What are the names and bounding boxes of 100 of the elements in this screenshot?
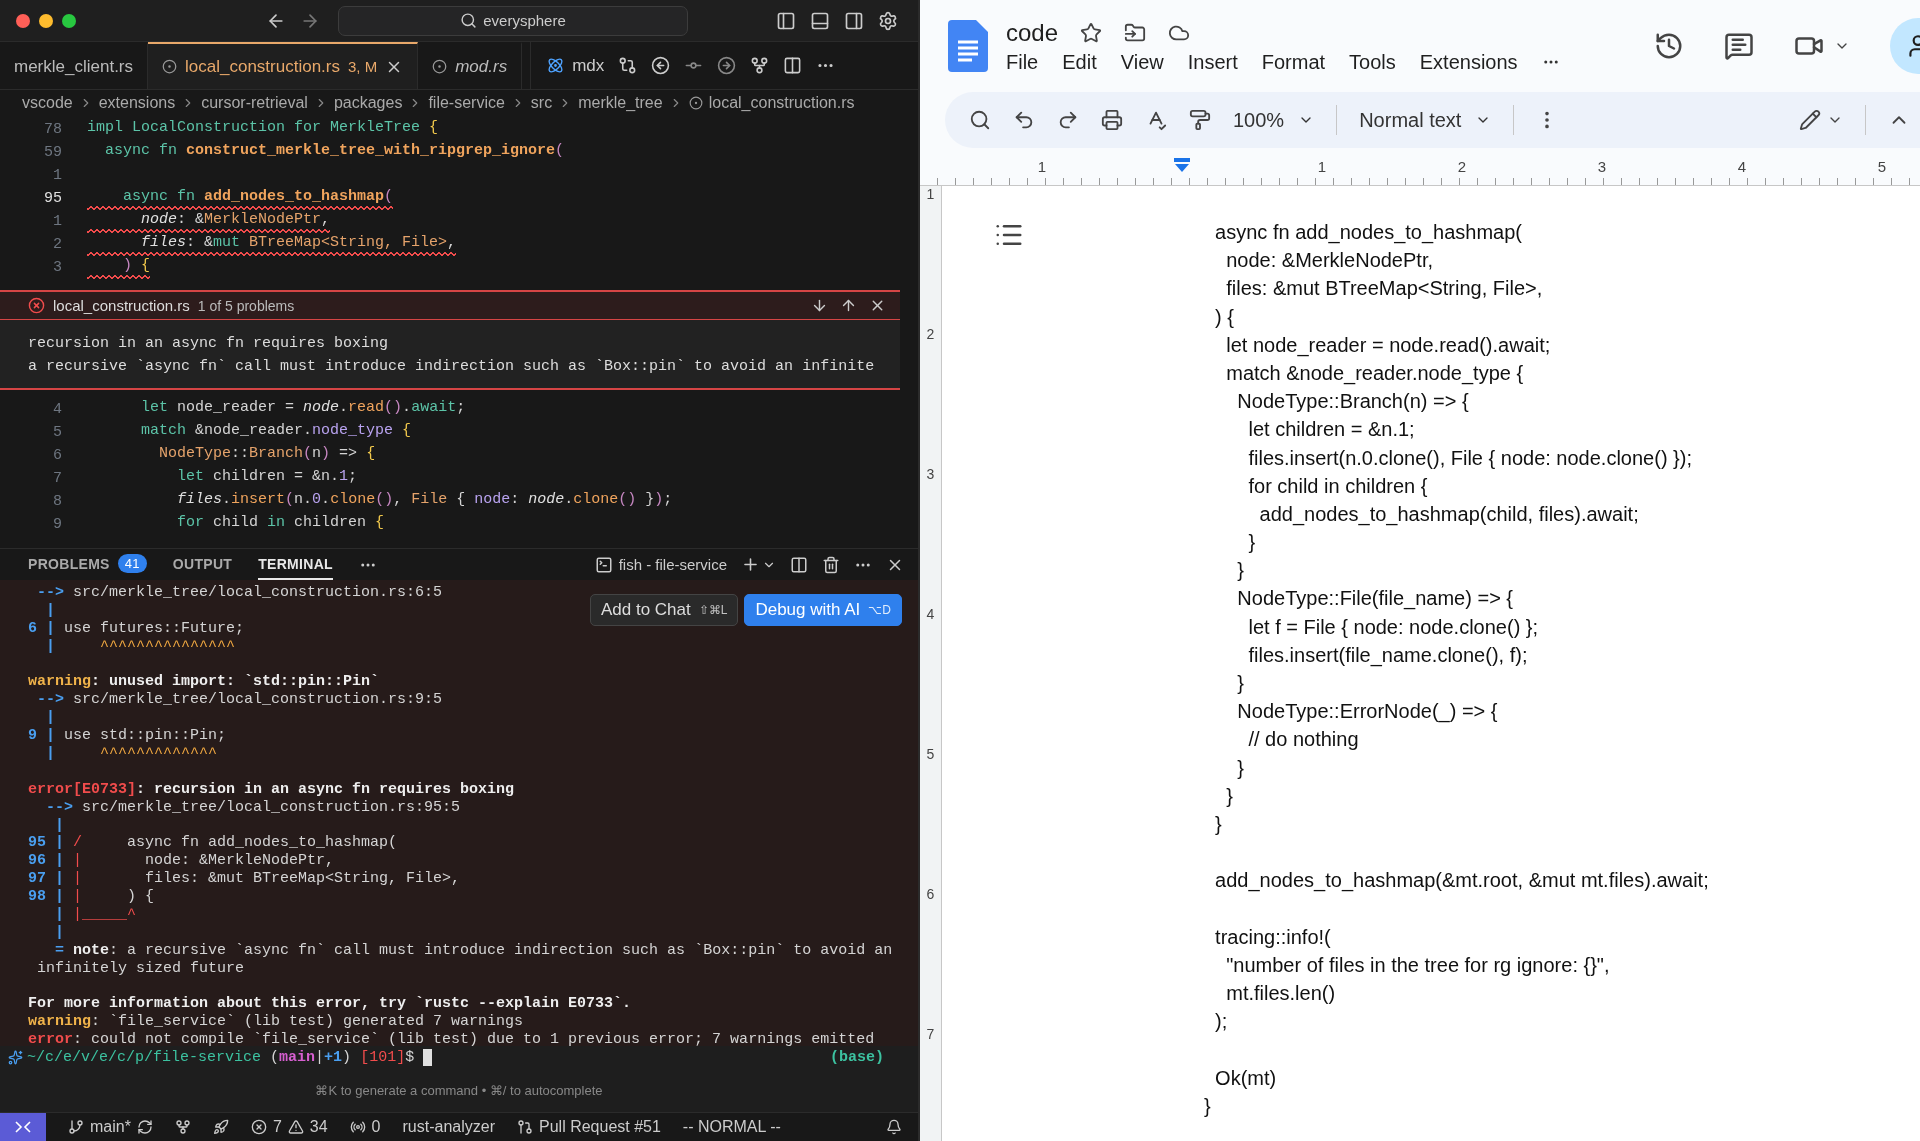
panel-bottom-icon[interactable] [810,10,830,31]
close-window-button[interactable] [16,13,30,28]
line-number: 1 [52,167,62,184]
pull-request-icon [517,1119,533,1135]
breadcrumb[interactable]: local_construction.rs [708,94,855,112]
ruler-label: 7 [926,1026,935,1044]
menu-item[interactable]: View [1120,50,1164,74]
terminal-line: 96 | | node: &MerkleNodePtr, [28,852,335,871]
menu-item[interactable]: File [1006,50,1039,74]
panel-right-icon[interactable] [844,10,864,31]
editor-tab[interactable]: mdx [547,55,605,76]
language-server-status[interactable]: rust-analyzer [402,1118,495,1136]
trash-icon[interactable] [822,555,840,574]
editor-tab[interactable]: local_construction.rs 3, M [148,42,419,89]
line-number: 7 [52,470,62,487]
terminal-title[interactable]: fish - file-service [618,556,727,573]
document-line: mt.files.len() [1225,981,1337,1007]
terminal-line: 95 | / async fn add_nodes_to_hashmap( [28,834,398,853]
menu-item[interactable]: Format [1261,50,1326,74]
code-line: async fn add_nodes_to_hashmap( [87,187,394,210]
menu-item[interactable]: Extensions [1419,50,1518,74]
star-icon[interactable] [1080,21,1103,44]
terminal-line: 9 | use std::pin::Pin; [28,727,227,745]
code-line: let children = &n.1; [176,467,358,487]
terminal-line: | [54,816,64,835]
previous-problem-icon[interactable] [840,297,857,314]
redo-icon[interactable] [1057,109,1079,131]
branch-status[interactable]: main* [68,1118,153,1136]
minimize-window-button[interactable] [39,13,53,28]
document-line: let f = File { node: node.clone() }; [1247,614,1540,640]
zoom-window-button[interactable] [62,13,76,28]
breadcrumb[interactable]: src [530,94,553,112]
fork-icon[interactable] [750,56,770,75]
terminal-cursor [423,1048,433,1066]
undo-icon[interactable] [1013,109,1035,131]
style-dropdown[interactable]: Normal text [1359,108,1492,132]
previous-change-icon[interactable] [651,56,671,75]
document-line: } [1236,558,1246,584]
breadcrumb[interactable]: file-service [428,94,505,112]
breadcrumb[interactable]: cursor-retrieval [201,94,308,112]
paint-roller-icon[interactable] [1189,109,1211,131]
ruler-label: 6 [926,886,935,904]
search-icon[interactable] [969,109,991,131]
code-line: impl LocalConstruction for MerkleTree { [87,118,439,138]
menu-item[interactable]: Insert [1187,50,1238,74]
settings-icon[interactable] [878,10,898,31]
document-logo-icon[interactable] [948,20,988,72]
problem-message: a recursive `async fn` call must introduce indirection such as `Box::pin` to avoid an infinite [28,357,876,377]
add-icon[interactable] [741,555,760,574]
notifications-icon[interactable] [886,1119,902,1135]
ruler-label: 4 [1737,158,1747,175]
split-icon[interactable] [790,555,808,574]
document-line: NodeType::Branch(n) => { [1236,389,1470,415]
terminal-line: --> src/merkle_tree/local_construction.rs:9:5 [36,691,443,710]
document-line: NodeType::ErrorNode(_) => { [1236,699,1499,725]
document-line: Ok(mt) [1214,1065,1278,1091]
move-folder-icon[interactable] [1124,21,1147,44]
code-line: NodeType::Branch(n) => { [158,444,376,464]
error-icon [28,297,45,314]
breadcrumb[interactable]: merkle_tree [578,94,663,112]
remote-button[interactable] [0,1113,46,1141]
conda-env: (base) [830,1048,884,1066]
document-line: } [1236,755,1246,781]
breadcrumb[interactable]: vscode [22,94,73,112]
document-line: add_nodes_to_hashmap(&mt.root, &mut mt.files).await; [1214,868,1709,894]
document-line: } [1225,783,1234,809]
fork-icon[interactable] [174,1119,191,1135]
indent-marker-icon[interactable] [1174,158,1190,172]
ruler-label: 2 [1457,158,1467,175]
problems-status[interactable]: 7 34 [250,1118,328,1136]
menu-item[interactable]: Edit [1062,50,1097,74]
zoom-dropdown[interactable]: 100% [1233,108,1315,132]
ports-status[interactable]: 0 [349,1118,381,1136]
breadcrumb[interactable]: packages [333,94,403,112]
document-title[interactable]: code [1006,18,1059,47]
panel-left-icon[interactable] [776,10,796,31]
rocket-icon[interactable] [212,1119,229,1135]
split-editor-icon[interactable] [783,56,803,75]
command-search-field[interactable]: everysphere [338,5,688,36]
next-problem-icon[interactable] [811,297,828,314]
tab-status: 3, M [348,58,378,75]
panel-tab[interactable]: OUTPUT [172,549,233,580]
search-icon [460,12,478,29]
terminal-action-button[interactable]: Debug with AI ⌥D [744,594,902,626]
breadcrumb[interactable]: extensions [98,94,176,112]
terminal-action-button[interactable]: Add to Chat ⇧⌘L [589,594,739,626]
document-line: files.insert(n.0.clone(), File { node: node.clone() }); [1247,445,1693,471]
line-number: 3 [52,259,62,276]
history-icon[interactable] [1654,31,1684,61]
terminal-line: --> src/merkle_tree/local_construction.rs:6:5 [36,584,443,602]
menu-item[interactable]: Tools [1349,50,1396,74]
panel-tab[interactable]: PROBLEMS 41 [28,549,147,580]
print-icon[interactable] [1101,109,1123,131]
pull-request-status[interactable]: Pull Request #51 [517,1118,661,1136]
next-change-icon[interactable] [717,56,737,75]
pencil-icon[interactable] [1799,109,1821,131]
code-line: match &node_reader.node_type { [140,421,412,441]
compare-icon[interactable] [618,56,638,75]
atom-icon [547,57,565,74]
comment-icon[interactable] [1724,31,1754,61]
